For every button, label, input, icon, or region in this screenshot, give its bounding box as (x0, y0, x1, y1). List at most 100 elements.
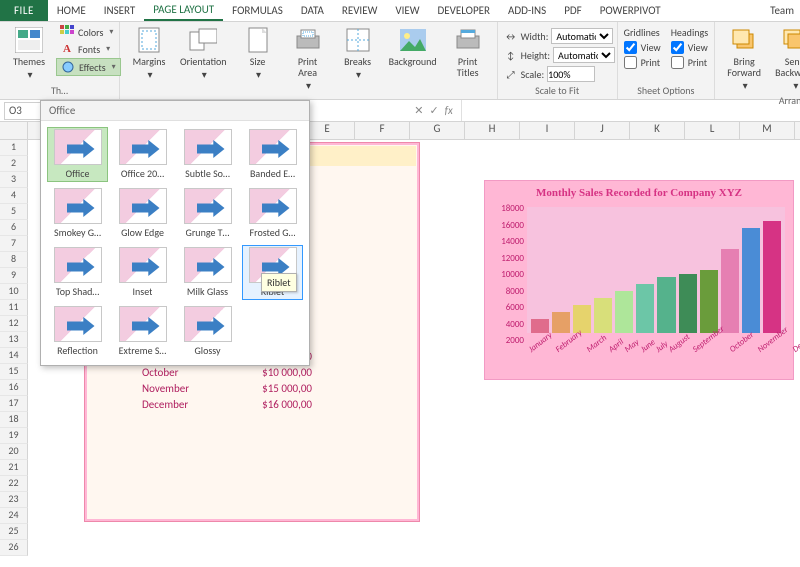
column-header[interactable]: I (520, 122, 575, 139)
row-header[interactable]: 6 (0, 220, 28, 236)
width-select[interactable]: Automatic (551, 28, 613, 44)
effect-option[interactable]: Glow Edge (112, 186, 173, 241)
row-header[interactable]: 15 (0, 364, 28, 380)
data-row[interactable]: November$15 000,00 (140, 382, 316, 397)
effects-icon (61, 60, 75, 74)
headings-view-checkbox[interactable] (671, 41, 684, 54)
row-header[interactable]: 12 (0, 316, 28, 332)
gridlines-view-checkbox[interactable] (624, 41, 637, 54)
column-header[interactable]: M (740, 122, 795, 139)
row-header[interactable]: 2 (0, 156, 28, 172)
effect-option[interactable]: Extreme S… (112, 304, 173, 359)
effect-option[interactable]: Subtle So… (177, 127, 238, 182)
tab-review[interactable]: REVIEW (333, 0, 387, 21)
orientation-button[interactable]: Orientation▾ (176, 24, 231, 82)
row-header[interactable]: 19 (0, 428, 28, 444)
size-button[interactable]: Size▾ (235, 24, 281, 82)
height-select[interactable]: Automatic (553, 47, 615, 63)
row-header[interactable]: 7 (0, 236, 28, 252)
colors-button[interactable]: Colors▾ (56, 24, 121, 40)
tab-add-ins[interactable]: ADD-INS (499, 0, 555, 21)
effect-label: Frosted G… (250, 226, 296, 239)
select-all-corner[interactable] (0, 122, 28, 139)
row-header[interactable]: 16 (0, 380, 28, 396)
effect-option[interactable]: Banded E… (242, 127, 303, 182)
effect-option[interactable]: Grunge T… (177, 186, 238, 241)
enter-icon[interactable]: ✓ (429, 104, 438, 117)
bringforward-button[interactable]: Bring Forward▾ (721, 24, 767, 93)
tab-home[interactable]: HOME (48, 0, 95, 21)
data-row[interactable]: October$10 000,00 (140, 366, 316, 381)
column-header[interactable]: G (410, 122, 465, 139)
row-header[interactable]: 26 (0, 540, 28, 556)
effect-label: Banded E… (250, 167, 295, 180)
row-header[interactable]: 25 (0, 524, 28, 540)
row-header[interactable]: 21 (0, 460, 28, 476)
data-row[interactable]: December$16 000,00 (140, 398, 316, 413)
row-header[interactable]: 10 (0, 284, 28, 300)
scale-input[interactable] (547, 66, 595, 82)
column-header[interactable]: J (575, 122, 630, 139)
row-header[interactable]: 13 (0, 332, 28, 348)
effects-button[interactable]: Effects▾ (56, 58, 121, 76)
row-header[interactable]: 1 (0, 140, 28, 156)
formula-input[interactable] (461, 100, 800, 121)
column-header[interactable]: L (685, 122, 740, 139)
column-header[interactable]: F (355, 122, 410, 139)
team-tab[interactable]: Team (764, 0, 800, 21)
row-header[interactable]: 4 (0, 188, 28, 204)
breaks-button[interactable]: Breaks▾ (335, 24, 381, 82)
chart-plot (527, 207, 785, 333)
effect-thumb-icon (184, 188, 232, 224)
effect-option[interactable]: Smokey G… (47, 186, 108, 241)
sendbackward-button[interactable]: Send Backward▾ (771, 24, 800, 93)
row-header[interactable]: 18 (0, 412, 28, 428)
row-header[interactable]: 5 (0, 204, 28, 220)
printarea-button[interactable]: Print Area▾ (285, 24, 331, 93)
tab-view[interactable]: VIEW (386, 0, 428, 21)
fonts-icon: A (60, 42, 74, 56)
chart-bar (721, 249, 739, 333)
row-header[interactable]: 8 (0, 252, 28, 268)
row-header[interactable]: 23 (0, 492, 28, 508)
effect-option[interactable]: Office 20… (112, 127, 173, 182)
gridlines-print-checkbox[interactable] (624, 56, 637, 69)
headings-print-checkbox[interactable] (671, 56, 684, 69)
effect-option[interactable]: Inset (112, 245, 173, 300)
row-header[interactable]: 11 (0, 300, 28, 316)
cancel-icon[interactable]: ✕ (414, 104, 423, 117)
row-header[interactable]: 9 (0, 268, 28, 284)
row-header[interactable]: 3 (0, 172, 28, 188)
fx-icon[interactable]: fx (445, 104, 453, 117)
margins-button[interactable]: Margins▾ (126, 24, 172, 82)
tab-developer[interactable]: DEVELOPER (429, 0, 499, 21)
effect-option[interactable]: Frosted G… (242, 186, 303, 241)
tab-powerpivot[interactable]: POWERPIVOT (591, 0, 670, 21)
effect-option[interactable]: Office (47, 127, 108, 182)
themes-button[interactable]: Themes▾ (6, 24, 52, 82)
tab-pdf[interactable]: PDF (555, 0, 591, 21)
width-icon: ↔ (504, 29, 518, 43)
row-header[interactable]: 22 (0, 476, 28, 492)
effect-option[interactable]: Top Shad… (47, 245, 108, 300)
effect-thumb-icon (249, 188, 297, 224)
row-header[interactable]: 24 (0, 508, 28, 524)
effect-option[interactable]: Milk Glass (177, 245, 238, 300)
printtitles-button[interactable]: Print Titles (445, 24, 491, 80)
effect-option[interactable]: Reflection (47, 304, 108, 359)
file-tab[interactable]: FILE (0, 0, 48, 21)
embedded-chart[interactable]: Monthly Sales Recorded for Company XYZ 1… (484, 180, 794, 380)
row-header[interactable]: 14 (0, 348, 28, 364)
row-header[interactable]: 17 (0, 396, 28, 412)
tab-page-layout[interactable]: PAGE LAYOUT (144, 0, 223, 21)
row-header[interactable]: 20 (0, 444, 28, 460)
tab-data[interactable]: DATA (292, 0, 333, 21)
effect-option[interactable]: Glossy (177, 304, 238, 359)
effect-thumb-icon (54, 306, 102, 342)
tab-insert[interactable]: INSERT (95, 0, 145, 21)
column-header[interactable]: H (465, 122, 520, 139)
tab-formulas[interactable]: FORMULAS (223, 0, 292, 21)
fonts-button[interactable]: AFonts▾ (56, 41, 121, 57)
background-button[interactable]: Background (385, 24, 441, 69)
column-header[interactable]: K (630, 122, 685, 139)
